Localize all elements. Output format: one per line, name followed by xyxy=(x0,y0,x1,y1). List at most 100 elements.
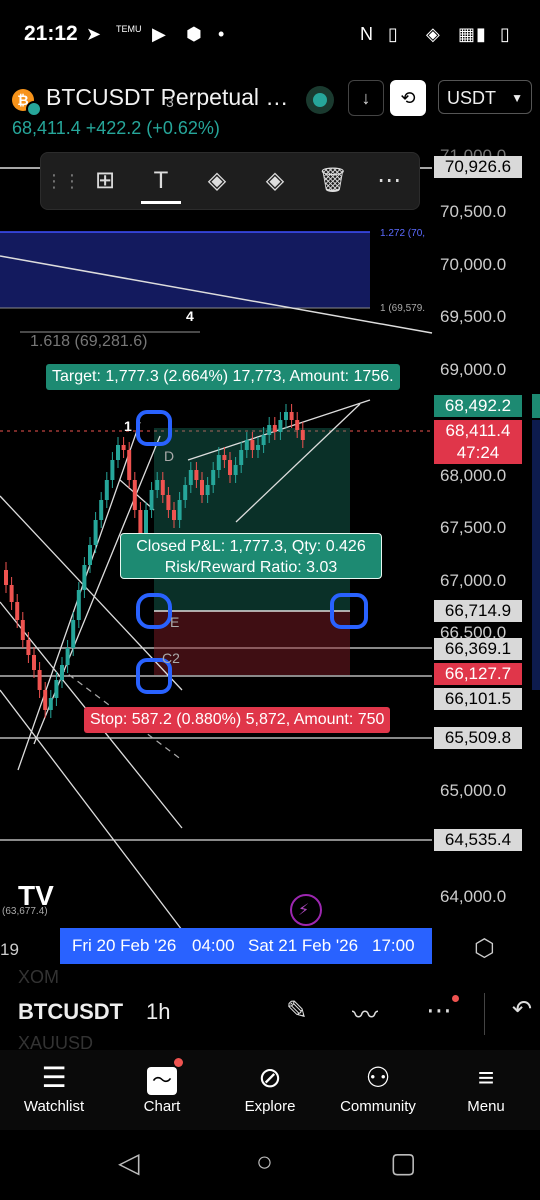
android-icon: ⬢ xyxy=(186,24,202,44)
wave-1-label: 1 xyxy=(124,418,132,434)
nfc-icon: N xyxy=(360,24,373,44)
back-icon[interactable]: ◁ xyxy=(118,1146,140,1179)
axis-label: 65,000.0 xyxy=(440,781,507,800)
candle-body xyxy=(37,670,42,690)
candle-body xyxy=(144,510,148,535)
channel-left-b xyxy=(33,435,161,745)
candle-body xyxy=(149,490,154,510)
fill-color-red-icon[interactable]: ◈ xyxy=(255,161,295,201)
fib-1272-label: 1.272 (70, xyxy=(380,228,426,239)
nav-menu[interactable]: ≡ Menu xyxy=(436,1050,536,1115)
candle-body xyxy=(15,602,20,620)
vibrate-icon: ▯ xyxy=(388,24,398,44)
scroll-marker-green xyxy=(532,394,540,418)
recents-icon[interactable]: ▢ xyxy=(390,1146,416,1179)
axis-label: 70,000.0 xyxy=(440,255,507,274)
target-label[interactable]: Target: 1,777.3 (2.664%) 17,773, Amount:… xyxy=(46,364,400,390)
fill-color-icon[interactable]: ◈ xyxy=(197,161,237,201)
nav-watchlist[interactable]: ☰ Watchlist xyxy=(4,1050,104,1115)
axis-label: 64,000.0 xyxy=(440,887,507,906)
system-nav: ◁ ○ ▢ xyxy=(0,1130,540,1200)
candle-body xyxy=(93,520,98,545)
home-icon[interactable]: ○ xyxy=(256,1146,273,1178)
volte-icon: ▦ xyxy=(458,24,476,44)
status-time: 21:12 xyxy=(24,22,78,45)
candle-body xyxy=(278,420,283,432)
arrow-down-icon[interactable]: ↓ xyxy=(348,80,384,116)
candle-body xyxy=(284,412,288,420)
candle-body xyxy=(177,500,182,520)
candle-body xyxy=(127,450,132,480)
candle-body xyxy=(205,485,210,495)
point-c2-label: C2 xyxy=(162,650,180,666)
candle-body xyxy=(244,440,249,450)
candle-body xyxy=(160,480,165,495)
candle-body xyxy=(228,460,232,475)
drawing-pen-icon[interactable]: ✎ xyxy=(286,995,308,1026)
symbol-selector[interactable]: BTCUSDT xyxy=(18,999,123,1025)
price-box: 66,714.9 xyxy=(434,600,522,622)
temu-label: TEMU xyxy=(116,24,142,34)
candle-body xyxy=(76,590,81,620)
signal-icon: ▮ xyxy=(476,24,486,44)
axis-label: 69,500.0 xyxy=(440,307,507,326)
axis-label: 67,000.0 xyxy=(440,571,507,590)
trash-icon[interactable]: 🗑 xyxy=(313,161,353,201)
candle-body xyxy=(295,420,300,430)
nav-community[interactable]: ⚇ Community xyxy=(328,1050,428,1115)
candle-body xyxy=(104,480,109,500)
candle-body xyxy=(194,470,199,480)
wifi-icon: ◈ xyxy=(426,24,440,44)
replay-icon[interactable]: ⟲ xyxy=(390,80,426,116)
time-axis-selection[interactable]: Fri 20 Feb '26 04:00 Sat 21 Feb '26 17:0… xyxy=(60,928,432,964)
pnl-line-1: Closed P&L: 1,777.3, Qty: 0.426 xyxy=(136,538,366,555)
lightning-icon[interactable]: ⚡ xyxy=(298,900,309,920)
price-box: 66,369.1 xyxy=(434,638,522,660)
candle-body xyxy=(267,425,272,435)
candle-body xyxy=(256,445,260,450)
nav-explore[interactable]: ⊘ Explore xyxy=(220,1050,320,1115)
drag-handle-icon[interactable]: ⋮⋮ xyxy=(45,161,81,201)
market-status-icon[interactable] xyxy=(306,86,334,114)
candle-body xyxy=(289,412,294,420)
candle-body xyxy=(26,640,31,655)
scroll-marker-blue xyxy=(532,420,540,690)
pnl-label[interactable]: Closed P&L: 1,777.3, Qty: 0.426 Risk/Rew… xyxy=(120,533,382,579)
candle-body xyxy=(110,460,115,480)
indicators-icon[interactable]: 〰 xyxy=(352,995,378,1032)
candle-body xyxy=(172,510,176,520)
nav-chart[interactable]: 〜 Chart xyxy=(112,1050,212,1115)
price-box: 65,509.8 xyxy=(434,727,522,749)
axis-label: 68,000.0 xyxy=(440,466,507,485)
price-box: 66,101.5 xyxy=(434,688,522,710)
menu-icon: ≡ xyxy=(477,1062,495,1093)
candle-body xyxy=(138,510,143,535)
drawing-toolbar: ⋮⋮ ⊞ T ◈ ◈ 🗑 ⋯ xyxy=(40,152,420,210)
ghost-symbol-above: XOM xyxy=(18,967,60,987)
temu-icon: TEMU xyxy=(116,24,142,34)
interval-selector[interactable]: 1h xyxy=(146,999,170,1025)
bitcoin-logo-icon: ₿ xyxy=(12,89,42,117)
candle-body xyxy=(71,620,76,648)
candle-body xyxy=(233,465,238,475)
candle-body xyxy=(200,480,204,495)
candle-body xyxy=(82,565,87,590)
currency-select[interactable]: USDT ▼ xyxy=(438,80,532,114)
settings-icon[interactable]: ⬡ xyxy=(474,934,495,963)
tradingview-logo-icon: TV xyxy=(18,880,54,911)
add-to-group-icon[interactable]: ⊞ xyxy=(85,161,125,201)
community-icon: ⚇ xyxy=(365,1062,391,1093)
axis-label: 69,000.0 xyxy=(440,360,507,379)
stop-label[interactable]: Stop: 587.2 (0.880%) 5,872, Amount: 750 xyxy=(84,707,391,733)
notification-dot xyxy=(452,995,459,1002)
text-tool-icon[interactable]: T xyxy=(141,161,181,204)
candle-body xyxy=(116,445,120,460)
more-icon[interactable]: ⋯ xyxy=(369,161,409,201)
undo-icon[interactable]: ↶ xyxy=(512,995,532,1024)
more-options-icon[interactable]: ⋯ xyxy=(426,995,452,1026)
point-d-label: D xyxy=(164,448,175,464)
candle-body xyxy=(155,480,160,490)
loss-zone xyxy=(154,611,350,675)
compass-icon: ⊘ xyxy=(258,1062,282,1093)
play-icon: ▶ xyxy=(152,24,166,44)
